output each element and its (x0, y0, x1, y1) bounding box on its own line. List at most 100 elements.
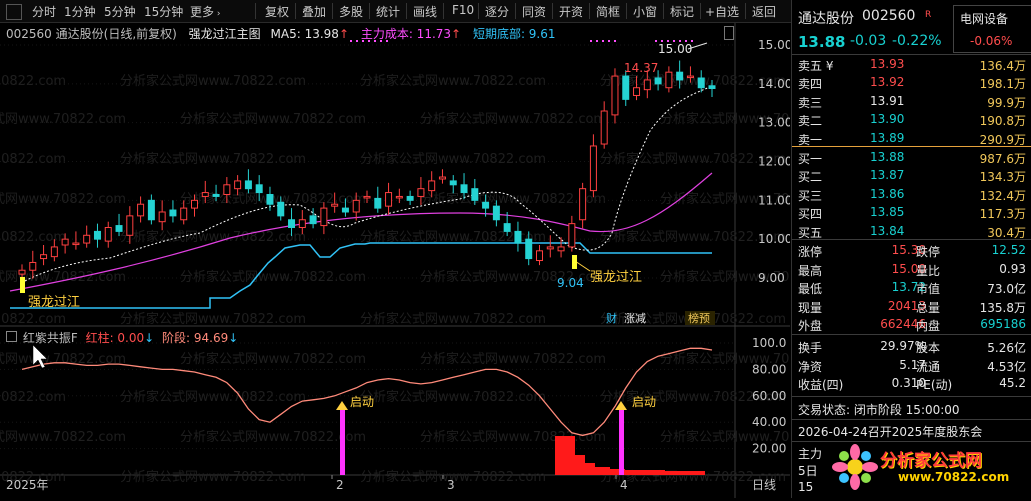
btn-fanhui[interactable]: 返回 (752, 3, 776, 20)
ma5-value: MA5: 13.98 (270, 27, 339, 41)
sector-name: 电网设备 (960, 12, 1009, 26)
btn-fuquan[interactable]: 复权 (265, 3, 289, 20)
osc-tick-label: 20.00 (752, 442, 786, 456)
stat-value: 135.8万 (979, 300, 1026, 315)
collapse-icon[interactable] (724, 26, 734, 40)
order-row[interactable]: 卖四 13.92 198.1万 (792, 75, 1031, 92)
watermark-text: 分析家公式网www.70822.com (360, 311, 546, 327)
signal-label-right: 强龙过江 (590, 270, 642, 285)
candle (309, 208, 317, 229)
quote-panel: 通达股份 002560 R 电网设备 -0.06% 13.88 -0.03 -0… (791, 0, 1031, 498)
stat-label: 最高 (798, 263, 823, 278)
order-price: 13.89 (870, 130, 905, 145)
flower-logo-icon (832, 444, 878, 490)
stat-label: 收益(四) (798, 378, 844, 393)
btn-tongzi[interactable]: 同资 (522, 3, 546, 20)
watermark-text: 分析家公式网www.70822.com (360, 73, 546, 89)
watermark-text: 分析家公式网www.70822.com (120, 389, 306, 405)
btn-huaxian[interactable]: 画线 (413, 3, 437, 20)
order-volume: 132.4万 (979, 188, 1026, 203)
start-label-2: 启动 (632, 395, 656, 409)
stat-value: 695186 (980, 317, 1026, 332)
osc-tick-label: 100.0 (752, 336, 786, 350)
panel-stock-name: 通达股份 (798, 11, 854, 27)
candle (589, 134, 597, 198)
order-volume: 987.6万 (979, 152, 1026, 166)
menu-icon[interactable] (6, 331, 17, 342)
panel-price: 13.88 (798, 33, 846, 51)
watermark-text: 分析家公式网www.70822.com (120, 73, 306, 89)
time-tick-label: 2025年 (6, 478, 49, 492)
stat-row: 最高 15.00 量比 0.93 (792, 262, 1031, 279)
watermark-text: 分析家公式网www.70822.com (360, 389, 546, 405)
price-tick-label: 14.00 (758, 77, 790, 91)
order-row[interactable]: 买三 13.86 132.4万 (792, 187, 1031, 204)
misc-main: 主力 (798, 447, 823, 461)
order-price: 13.85 (870, 205, 905, 220)
candle (40, 244, 48, 266)
price-tick-label: 9.00 (758, 271, 785, 285)
candle (266, 186, 274, 211)
site-logo: 分析家公式网 www.70822.com (832, 440, 1031, 498)
btn-jiankuang[interactable]: 简框 (596, 3, 620, 20)
order-price: 13.92 (870, 75, 905, 90)
tab-15min[interactable]: 15分钟 (144, 3, 183, 20)
candle (611, 68, 619, 124)
tab-5min[interactable]: 5分钟 (104, 3, 136, 20)
order-label: 卖五 ¥ (798, 59, 834, 73)
btn-kaizi[interactable]: 开资 (559, 3, 583, 20)
order-row[interactable]: 买一 13.88 987.6万 (792, 150, 1031, 167)
btn-biaoji[interactable]: 标记 (670, 3, 694, 20)
logo-url: www.70822.com (898, 470, 1010, 484)
order-row[interactable]: 买四 13.85 117.3万 (792, 205, 1031, 222)
tab-more[interactable]: 更多 › (190, 3, 220, 20)
order-volume: 190.8万 (979, 114, 1026, 129)
order-label: 买三 (798, 188, 823, 203)
start-bar-1 (340, 407, 345, 475)
btn-diejia[interactable]: 叠加 (302, 3, 326, 20)
watermark-text: 分析家公式网www.70822.com (0, 429, 126, 445)
start-label-1: 启动 (350, 395, 374, 409)
candle (622, 70, 630, 106)
stat-label: 量比 (916, 263, 941, 278)
btn-duogu[interactable]: 多股 (339, 3, 363, 20)
order-row[interactable]: 买二 13.87 134.3万 (792, 168, 1031, 185)
candle (137, 196, 145, 223)
price-tick-label: 11.00 (758, 193, 790, 207)
watermark-text: 分析家公式网www.70822.com (420, 429, 606, 445)
kline-chart-area[interactable]: 分析家公式网www.70822.com 分析家公式网www.70822.com 分析… (0, 23, 846, 498)
chart-mode: (日线,前复权) (103, 27, 177, 41)
trade-status: 交易状态: 闭市阶段 15:00:00 (798, 403, 960, 417)
watermark-text: 分析家公式网www.70822.com (0, 73, 66, 89)
stat-label: 外盘 (798, 319, 823, 334)
btn-xiaochuang[interactable]: 小窗 (633, 3, 657, 20)
order-row[interactable]: 卖五 ¥ 13.93 136.4万 (792, 57, 1031, 74)
order-row[interactable]: 卖三 13.91 99.9万 (792, 94, 1031, 111)
watermark-text: 分析家公式网www.70822.com (0, 389, 66, 405)
watermark-text: 分析家公式网www.70822.com (120, 469, 306, 485)
osc-tick-label: 40.00 (752, 415, 786, 429)
btn-f10[interactable]: F10 (452, 3, 474, 17)
panel-stock-code: 002560 (862, 8, 916, 24)
candle (557, 237, 565, 258)
btn-zixuan[interactable]: +自选 (705, 3, 739, 20)
price-tick-label: 13.00 (758, 116, 790, 130)
tab-fenshi[interactable]: 分时 (32, 3, 56, 20)
watermark-text: 分析家公式网www.70822.com (0, 191, 126, 207)
btn-zhufen[interactable]: 逐分 (485, 3, 509, 20)
watermark-text: 分析家公式网www.70822.com (120, 151, 306, 167)
order-label: 买一 (798, 152, 823, 166)
watermark-text: 分析家公式网www.70822.com (180, 269, 366, 285)
tab-1min[interactable]: 1分钟 (64, 3, 96, 20)
btn-tongji[interactable]: 统计 (376, 3, 400, 20)
watermark-text: 分析家公式网www.70822.com (0, 111, 126, 127)
stat-value: 4.53亿 (987, 359, 1026, 374)
menu-square-icon[interactable] (6, 4, 22, 20)
chevron-right-icon: › (214, 9, 221, 19)
stat-label: PE(动) (916, 378, 953, 393)
notice-text: 2026-04-24召开2025年度股东会 (798, 425, 983, 439)
chart-header: 002560 通达股份(日线,前复权) 强龙过江主图 MA5: 13.98↑ 主… (6, 27, 556, 41)
order-row[interactable]: 卖二 13.90 190.8万 (792, 112, 1031, 129)
order-volume: 134.3万 (979, 170, 1026, 185)
stat-row: 涨停 15.30 跌停 12.52 (792, 243, 1031, 260)
